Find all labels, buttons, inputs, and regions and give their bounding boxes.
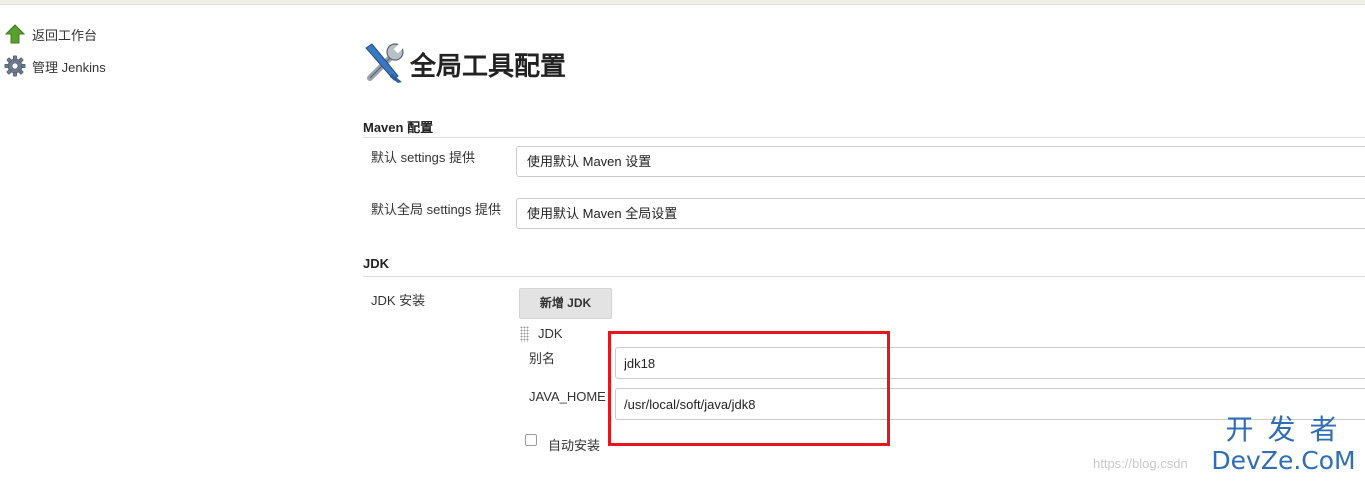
add-jdk-button[interactable]: 新增 JDK <box>519 288 612 319</box>
highlight-box <box>608 331 890 446</box>
sidebar-item-label: 返回工作台 <box>32 27 98 43</box>
sidebar-item-back-to-dashboard[interactable]: 返回工作台 <box>4 23 97 45</box>
watermark-logo-cn: 开发者 <box>1225 413 1352 446</box>
watermark-logo-en: DevZe.CoM <box>1211 446 1356 475</box>
section-divider <box>363 137 1365 138</box>
settings-label: 默认 settings 提供 <box>371 150 476 165</box>
auto-install-checkbox[interactable] <box>525 434 537 446</box>
jdk-item-heading: JDK <box>538 326 563 341</box>
sidebar-item-manage-jenkins[interactable]: 管理 Jenkins <box>4 55 106 77</box>
java-home-label: JAVA_HOME <box>529 389 606 404</box>
settings-provider-select[interactable]: 使用默认 Maven 设置 <box>516 146 1365 177</box>
drag-handle[interactable] <box>520 326 529 342</box>
top-border <box>0 0 1365 5</box>
gear-icon <box>4 55 26 77</box>
auto-install-label: 自动安装 <box>548 438 601 453</box>
page-title: 全局工具配置 <box>410 52 567 82</box>
section-divider <box>363 276 1365 277</box>
jdk-section-heading: JDK <box>363 256 390 271</box>
maven-section-heading: Maven 配置 <box>363 120 434 135</box>
page-title-block: 全局工具配置 <box>362 42 566 87</box>
global-settings-label: 默认全局 settings 提供 <box>371 202 502 217</box>
watermark-logo: 开发者 DevZe.CoM <box>1206 413 1361 475</box>
jdk-install-label: JDK 安装 <box>371 293 426 308</box>
up-arrow-icon <box>4 23 26 45</box>
global-settings-provider-select[interactable]: 使用默认 Maven 全局设置 <box>516 198 1365 229</box>
tools-icon <box>362 42 406 87</box>
watermark-url: https://blog.csdn <box>1093 456 1188 471</box>
jdk-name-label: 别名 <box>529 351 556 366</box>
sidebar-item-label: 管理 Jenkins <box>32 59 106 75</box>
